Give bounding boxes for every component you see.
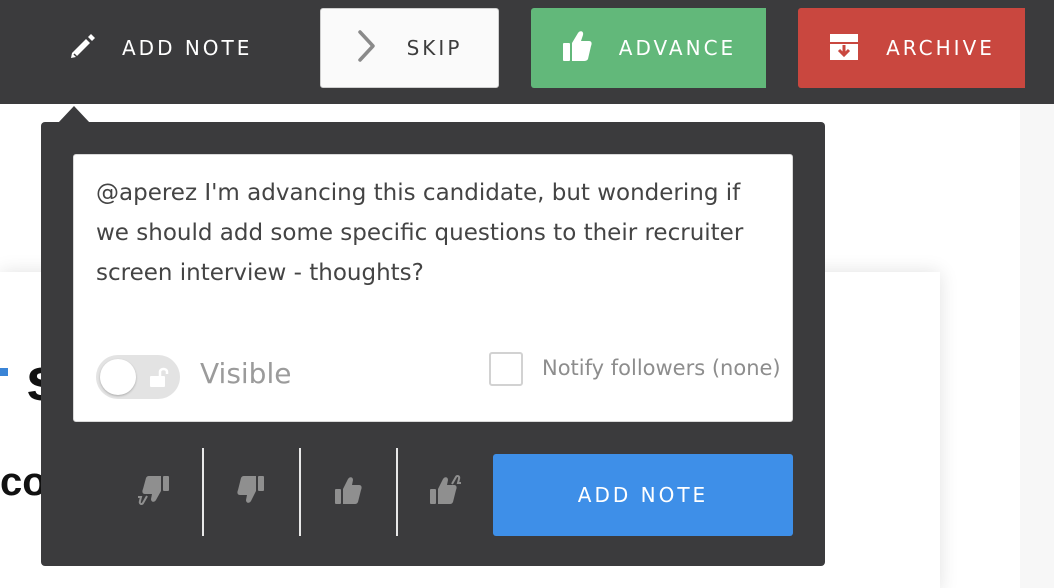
double-thumbs-down-icon (137, 474, 171, 510)
action-toolbar: ADD NOTE SKIP ADVANCE ARCHIVE (0, 0, 1054, 104)
thumbs-up-icon (561, 29, 593, 68)
rating-yes-button[interactable] (299, 448, 396, 536)
unlock-icon (148, 366, 170, 392)
card-accent (0, 368, 8, 376)
popover-arrow (58, 106, 90, 123)
notify-followers-label[interactable]: Notify followers (none) (542, 356, 781, 380)
notify-followers-checkbox[interactable] (489, 352, 523, 386)
visibility-toggle[interactable] (96, 355, 180, 399)
double-thumbs-up-icon (428, 474, 462, 510)
note-editor[interactable]: @aperez I'm advancing this candidate, bu… (73, 154, 793, 422)
rating-no-button[interactable] (202, 448, 299, 536)
toggle-knob (100, 359, 136, 395)
archive-label: ARCHIVE (886, 36, 995, 60)
rating-strong-no-button[interactable] (105, 448, 202, 536)
skip-button[interactable]: SKIP (320, 8, 499, 88)
skip-label: SKIP (406, 36, 463, 60)
advance-button[interactable]: ADVANCE (531, 8, 766, 88)
add-note-popover: @aperez I'm advancing this candidate, bu… (41, 122, 825, 566)
thumbs-up-icon (333, 474, 363, 510)
visible-label: Visible (200, 357, 292, 390)
page-right-strip (1020, 104, 1054, 588)
thumbs-down-icon (236, 474, 266, 510)
add-note-submit-button[interactable]: ADD NOTE (493, 454, 793, 536)
chevron-right-icon (357, 29, 377, 68)
archive-box-icon (828, 30, 860, 67)
card-subheading: co (0, 460, 47, 504)
note-textarea[interactable]: @aperez I'm advancing this candidate, bu… (96, 173, 776, 293)
rating-strong-yes-button[interactable] (396, 448, 493, 536)
add-note-toggle-button[interactable]: ADD NOTE (60, 8, 280, 88)
archive-button[interactable]: ARCHIVE (798, 8, 1025, 88)
advance-label: ADVANCE (618, 36, 737, 60)
pencil-icon (68, 31, 98, 66)
add-note-toggle-label: ADD NOTE (122, 36, 253, 60)
